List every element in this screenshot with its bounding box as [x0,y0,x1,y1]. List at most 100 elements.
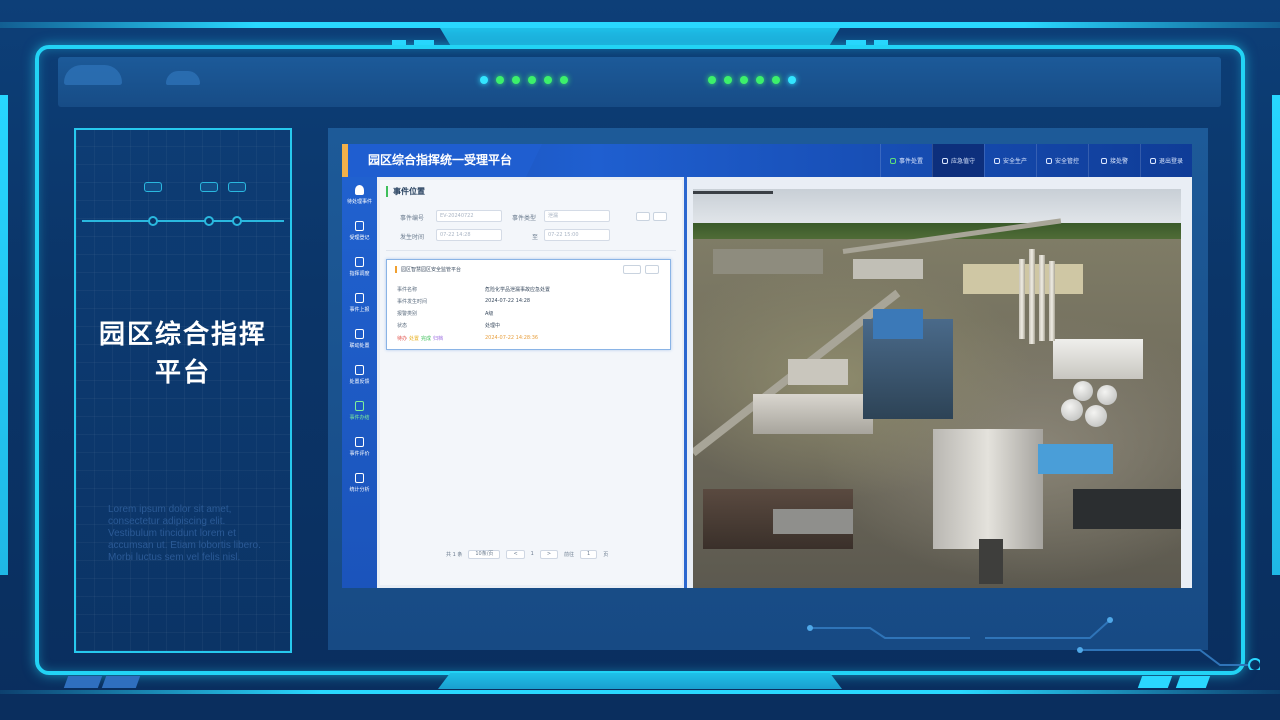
warehouse [933,429,1043,549]
sidebar-label: 事件办结 [349,415,370,421]
nav-label: 安全管控 [1054,158,1079,165]
nav-item-control[interactable]: 安全管控 [1036,144,1088,177]
sidebar-label: 待处理事件 [346,199,372,205]
sky [693,189,1181,225]
card-row-value: 处理中 [485,323,501,329]
form-title: 事件位置 [386,186,425,197]
page-size-select[interactable]: 10条/页 [468,549,501,559]
field-label: 事件类型 [512,215,537,222]
sidebar-item-dispatch[interactable]: 指挥调度 [342,249,377,285]
event-id-input[interactable]: EV-20240722 [436,210,502,222]
left-edge-bar [0,95,8,575]
status-tag: 待办 [397,336,408,342]
sidebar-item-linkage[interactable]: 联动处置 [342,321,377,357]
bottom-left-block [101,676,141,688]
doc-icon [355,401,364,411]
led-indicators-left [480,76,568,84]
page-unit: 页 [603,551,609,558]
card-action-button[interactable] [623,265,641,274]
building [773,509,853,534]
sidebar-item-feedback[interactable]: 处置反馈 [342,357,377,393]
led-dot [496,76,504,84]
nav-item-alarm[interactable]: 接处警 [1088,144,1140,177]
pager-total: 共 1 条 [446,551,463,558]
building [979,539,1003,584]
back-icon [1149,157,1156,164]
nav-item-incident[interactable]: 事件处置 [880,144,932,177]
clipboard-icon [993,157,1000,164]
reset-button[interactable] [653,212,667,221]
platform-title-line2: 平台 [154,358,211,388]
sidebar-item-close[interactable]: 事件办结 [342,393,377,429]
start-time-input[interactable]: 07-22 14:28 [436,229,502,241]
storage-tank [1097,385,1117,405]
goto-label: 前往 [564,551,575,558]
card-timestamp: 2024-07-22 14:28:36 [485,335,539,341]
incident-card[interactable]: 园区智慧园区安全监管平台 事件名称 危险化学品泄漏事故应急处置 事件发生时间 2… [386,259,671,350]
top-glow-bar [0,22,1280,28]
doc-icon [355,329,364,339]
tower [1019,259,1025,339]
sidebar-item-pending[interactable]: 待处理事件 [342,177,377,213]
platform-title-line1: 园区综合指挥 [98,320,267,350]
current-page[interactable]: 1 [531,551,534,557]
bottom-left-block [63,676,103,688]
sidebar-item-report[interactable]: 事件上报 [342,285,377,321]
bottom-center-tab [438,673,842,689]
sidebar-label: 处置反馈 [349,379,370,385]
next-page-button[interactable]: > [539,549,559,559]
building [1053,339,1143,379]
storage-tank [1073,381,1093,401]
3d-plant-viewport[interactable] [693,189,1181,588]
led-indicators-right [708,76,796,84]
field-label: 事件编号 [400,215,425,222]
card-row-value: A级 [485,311,494,317]
led-dot [560,76,568,84]
doc-icon [355,293,364,303]
phone-icon [889,157,896,164]
field-label: 发生时间 [400,234,425,241]
pagination: 共 1 条 10条/页 < 1 > 前往 1 页 [386,547,676,561]
building [713,249,823,274]
status-tag: 处置 [409,336,420,342]
cloud-shape [166,71,200,85]
sidebar-label: 统计分析 [349,487,370,493]
nav-item-safety[interactable]: 安全生产 [984,144,1036,177]
flag-icon [941,157,948,164]
nav-item-duty[interactable]: 应急值守 [932,144,984,177]
sidebar-item-register[interactable]: 受理登记 [342,213,377,249]
nav-label: 接处警 [1109,158,1128,165]
timeline-node [148,216,158,226]
sidebar-item-stats[interactable]: 统计分析 [342,465,377,501]
cloud-shape [64,65,122,85]
led-dot [544,76,552,84]
circuit-decoration [807,617,1260,670]
status-tags: 待办 处置 完成 归档 [397,335,445,342]
shield-icon [1045,157,1052,164]
sidebar-label: 事件评价 [349,451,370,457]
doc-icon [355,437,364,447]
bell-icon [355,185,364,195]
end-time-input[interactable]: 07-22 15:00 [544,229,610,241]
doc-icon [355,365,364,375]
sidebar-item-evaluate[interactable]: 事件评价 [342,429,377,465]
card-title: 园区智慧园区安全监管平台 [395,266,461,273]
led-dot [708,76,716,84]
event-type-input[interactable]: 泄漏 [544,210,610,222]
building [1073,489,1181,529]
led-dot [480,76,488,84]
nav-item-logout[interactable]: 退出登录 [1140,144,1192,177]
card-row-label: 状态 [397,323,408,329]
goto-page-input[interactable]: 1 [580,549,598,559]
prev-page-button[interactable]: < [506,549,525,559]
edit-icon [355,221,364,231]
card-close-button[interactable] [645,265,659,274]
bottom-glow-bar [0,690,1280,694]
led-dot [756,76,764,84]
query-button[interactable] [636,212,650,221]
led-dot [528,76,536,84]
timeline-node [232,216,242,226]
bottom-right-block [1175,676,1211,688]
card-row-label: 事件名称 [397,287,418,293]
blue-roof-building [1038,444,1113,474]
